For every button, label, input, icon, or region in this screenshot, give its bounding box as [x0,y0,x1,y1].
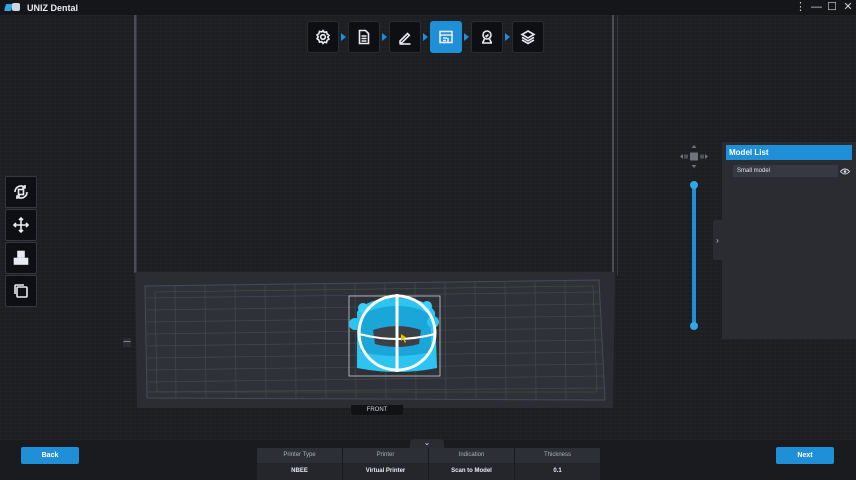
minimize-button[interactable]: — [811,0,822,15]
layer-slider-bottom-handle[interactable] [690,322,698,330]
back-button[interactable]: Back [21,447,79,464]
step-arrow [464,33,469,41]
tool-palette [5,176,37,307]
next-button[interactable]: Next [776,447,834,464]
workflow-steps [307,21,544,53]
build-volume-edge-inner-right [617,15,618,275]
move-icon [12,216,30,234]
build-volume-edge-inner-left [136,15,137,273]
window-controls: ⋮ — ☐ ✕ [795,0,853,15]
app-title: UNIZ Dental [27,2,79,13]
rotate-tool-button[interactable] [5,176,37,208]
rotate-icon [14,185,28,199]
step-arrow [382,33,387,41]
step-arrow [423,33,428,41]
info-expand-toggle[interactable]: ⌄ [410,439,444,448]
title-bar: UNIZ Dental ⋮ — ☐ ✕ [0,0,856,15]
app-logo [4,2,21,13]
arrange-icon [13,250,29,265]
layout-icon [439,30,453,44]
support-icon [481,30,493,44]
step-layout[interactable] [430,21,462,53]
model-list-panel: Model List Small model [722,142,856,339]
view-navigator[interactable] [679,144,709,169]
value-printer-type: NBEE [257,463,343,480]
step-settings[interactable] [307,21,339,53]
header-thickness: Thickness [515,448,601,463]
model-list-item[interactable]: Small model [733,165,852,177]
eye-icon [840,168,850,174]
value-printer: Virtual Printer [343,463,429,480]
step-support[interactable] [471,21,503,53]
more-options-icon[interactable]: ⋮ [795,0,806,15]
duplicate-tool-button[interactable] [5,275,37,307]
layer-slider-top-handle[interactable] [690,181,698,189]
move-tool-button[interactable] [5,209,37,241]
header-printer-type: Printer Type [257,448,343,463]
front-label: FRONT [351,405,403,415]
visibility-toggle[interactable] [838,165,852,177]
dental-model[interactable] [348,294,441,377]
step-slice[interactable] [512,21,544,53]
close-button[interactable]: ✕ [843,0,853,15]
layer-slider[interactable] [690,181,698,330]
value-indication: Scan to Model [429,463,515,480]
layers-icon [520,30,536,45]
header-printer: Printer [343,448,429,463]
maximize-button[interactable]: ☐ [827,0,837,15]
step-arrow [341,33,346,41]
pencil-icon [399,32,411,45]
step-document[interactable] [348,21,380,53]
duplicate-icon [14,284,28,298]
build-plate-grid [135,272,615,408]
header-indication: Indication [429,448,515,463]
document-icon [358,29,370,45]
value-thickness: 0.1 [515,463,601,480]
left-side-tab[interactable]: — [123,338,131,347]
model-list-title: Model List [726,145,852,160]
arrange-tool-button[interactable] [5,242,37,274]
settings-icon [315,29,331,45]
model-name[interactable]: Small model [733,165,838,177]
step-arrow [505,33,510,41]
build-plate[interactable] [135,272,615,410]
build-volume-edge-right [612,15,614,275]
print-info-table: Printer Type Printer Indication Thicknes… [257,448,601,480]
step-edit[interactable] [389,21,421,53]
panel-collapse-toggle[interactable]: › [713,220,722,260]
